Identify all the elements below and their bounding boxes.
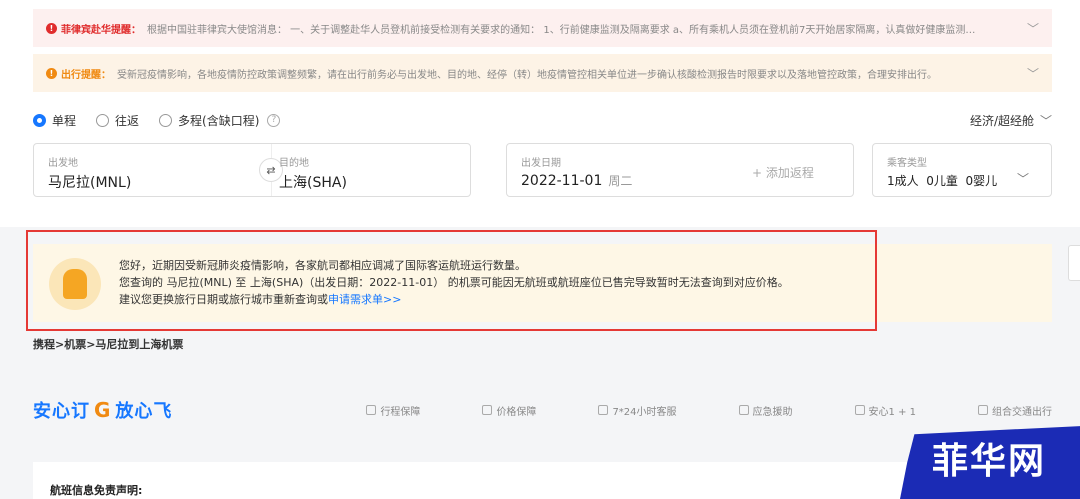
watermark-logo: 菲华网 — [900, 418, 1080, 499]
notice-travel[interactable]: ! 出行提醒： 受新冠疫情影响，各地疫情防控政策调整频繁，请在出行前务必与出发地… — [33, 54, 1052, 92]
route-fields: 出发地 马尼拉(MNL) ⇄ 目的地 上海(SHA) — [33, 143, 471, 197]
date-value-wrap: 2022-11-01 周二 — [521, 172, 632, 189]
radio-circle — [96, 113, 110, 127]
radio-label: 往返 — [115, 113, 140, 128]
radio-circle — [33, 113, 46, 127]
emergency-icon — [738, 405, 749, 415]
trip-type-row: 单程 往返 多程(含缺口程) ? 经济/超经舱 ﹀ — [33, 112, 1052, 128]
radio-circle — [159, 113, 173, 127]
radio-one-way[interactable]: 单程 — [33, 112, 76, 129]
alert-icon: ! — [46, 67, 57, 79]
guarantee-item[interactable]: 安心1 + 1 — [854, 403, 916, 418]
weekday: 周二 — [608, 174, 633, 188]
help-icon[interactable]: ? — [267, 113, 281, 127]
cabin-select[interactable]: 经济/超经舱 ﹀ — [970, 112, 1052, 129]
from-input[interactable]: 马尼拉(MNL) — [48, 172, 131, 192]
side-feedback-tab[interactable] — [1068, 245, 1080, 281]
notice-title: 菲律宾赴华提醒： — [61, 24, 141, 36]
chevron-down-icon[interactable]: ﹀ — [1027, 65, 1039, 82]
guarantee-item[interactable]: 7*24小时客服 — [598, 403, 677, 418]
watermark-text: 菲华网 — [932, 440, 1047, 482]
guarantee-label: 行程保障 — [380, 406, 421, 418]
highlight-frame — [26, 230, 877, 331]
guarantee-label: 7*24小时客服 — [612, 406, 677, 418]
radio-label: 多程(含缺口程) — [178, 113, 260, 128]
chevron-down-icon[interactable]: ﹀ — [1027, 20, 1039, 37]
radio-round-trip[interactable]: 往返 — [96, 112, 139, 129]
guarantee-item[interactable]: 组合交通出行 — [978, 403, 1052, 418]
to-input[interactable]: 上海(SHA) — [279, 172, 347, 192]
breadcrumb[interactable]: 携程>机票>马尼拉到上海机票 — [33, 336, 183, 352]
brand-right: 放心飞 — [115, 401, 173, 422]
guarantee-item[interactable]: 价格保障 — [482, 403, 536, 418]
passenger-select[interactable]: 乘客类型 1成人 0儿童 0婴儿 ﹀ — [872, 143, 1052, 197]
chevron-down-icon: ﹀ — [1016, 172, 1029, 186]
date-value: 2022-11-01 — [521, 173, 603, 189]
headset-icon — [598, 405, 609, 415]
price-icon — [482, 405, 493, 415]
guarantee-label: 价格保障 — [496, 406, 537, 418]
brand-g-icon: G — [94, 398, 112, 422]
shield-icon — [854, 405, 865, 415]
brand-logo: 安心订 G 放心飞 — [33, 397, 172, 423]
transport-icon — [978, 405, 988, 415]
notice-philippines[interactable]: ! 菲律宾赴华提醒： 根据中国驻菲律宾大使馆消息： 一、关于调整赴华人员登机前接… — [33, 9, 1052, 47]
notice-text: 受新冠疫情影响，各地疫情防控政策调整频繁，请在出行前务必与出发地、目的地、经停（… — [117, 69, 937, 81]
radio-multi-city[interactable]: 多程(含缺口程) — [159, 112, 259, 129]
guarantee-item[interactable]: 行程保障 — [366, 403, 420, 418]
radio-label: 单程 — [52, 113, 77, 128]
cabin-value: 经济/超经舱 — [969, 113, 1034, 128]
briefcase-icon — [366, 405, 377, 415]
notice-text: 根据中国驻菲律宾大使馆消息： 一、关于调整赴华人员登机前接受检测有关要求的通知：… — [147, 24, 976, 36]
pax-value: 1成人 0儿童 0婴儿 — [887, 174, 998, 188]
guarantee-items: 行程保障 价格保障 7*24小时客服 应急援助 安心1 + 1 组合交通出行 — [304, 403, 1052, 418]
chevron-down-icon: ﹀ — [1039, 113, 1052, 128]
date-field[interactable]: 出发日期 2022-11-01 周二 + 添加返程 — [506, 143, 854, 197]
add-return-button[interactable]: + 添加返程 — [752, 164, 814, 181]
guarantee-item[interactable]: 应急援助 — [738, 403, 793, 418]
from-label: 出发地 — [48, 158, 78, 169]
guarantee-label: 安心1 + 1 — [868, 406, 916, 418]
to-label: 目的地 — [279, 158, 309, 169]
guarantee-label: 组合交通出行 — [992, 406, 1052, 418]
date-label: 出发日期 — [521, 158, 561, 169]
disclaimer-title: 航班信息免责声明: — [50, 484, 143, 497]
alert-icon: ! — [46, 22, 57, 34]
notice-title: 出行提醒： — [61, 69, 111, 81]
guarantee-label: 应急援助 — [752, 406, 793, 418]
pax-label: 乘客类型 — [887, 158, 927, 169]
brand-left: 安心订 — [33, 401, 90, 422]
